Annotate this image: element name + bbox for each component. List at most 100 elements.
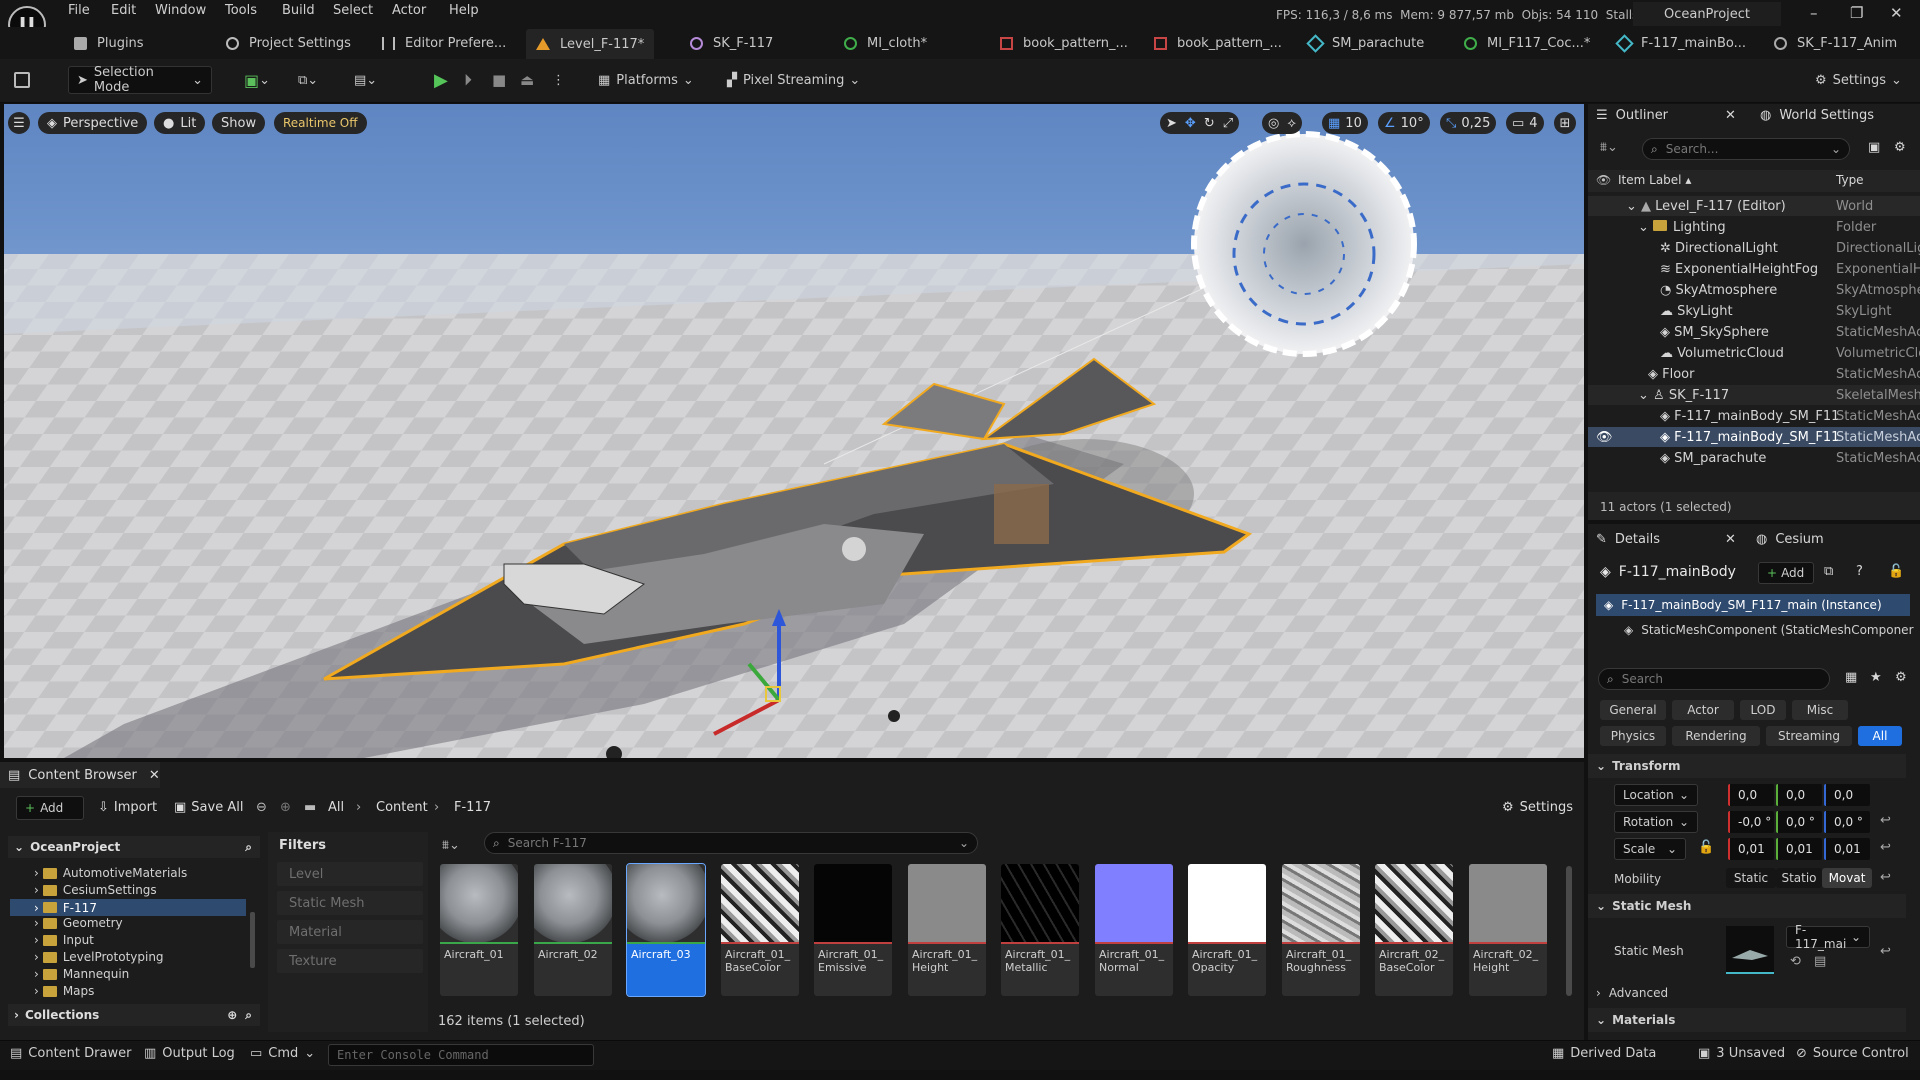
- folder-cesium-settings[interactable]: › CesiumSettings: [34, 883, 157, 897]
- asset-tile-aircraft-01-roughness[interactable]: Aircraft_01_ Roughness: [1282, 864, 1360, 996]
- item-label-header[interactable]: Item Label ▴: [1618, 173, 1691, 187]
- outliner-row-skylight[interactable]: ☁ SkyLight SkyLight: [1588, 301, 1920, 321]
- project-root-header[interactable]: ⌄ OceanProject ⌕: [8, 836, 260, 858]
- instance-component-row[interactable]: ◈ F-117_mainBody_SM_F117_main (Instance): [1596, 594, 1910, 616]
- scale-lock-icon[interactable]: 🔓: [1698, 840, 1714, 855]
- search-icon[interactable]: ⌕: [245, 1008, 252, 1023]
- category-misc[interactable]: Misc: [1792, 700, 1848, 720]
- scale-dropdown[interactable]: Scale ⌄: [1614, 838, 1686, 860]
- toolbar-settings-button[interactable]: ⚙ Settings ⌄: [1815, 66, 1902, 94]
- history-forward-icon[interactable]: ⊕: [280, 800, 291, 815]
- perspective-button[interactable]: ◈ Perspective: [38, 112, 148, 134]
- cb-import-button[interactable]: ⇩ Import: [98, 800, 157, 815]
- category-all[interactable]: All: [1858, 726, 1902, 746]
- asset-search-input[interactable]: ⌕ Search F-117 ⌄: [484, 832, 978, 854]
- outliner-row-height-fog[interactable]: ≋ ExponentialHeightFogExponentialHe: [1588, 259, 1920, 279]
- stop-button[interactable]: ■: [492, 66, 506, 94]
- add-component-button[interactable]: + Add: [1758, 562, 1814, 584]
- outliner-row-floor[interactable]: ◈ Floor StaticMeshAc: [1588, 364, 1920, 384]
- asset-tile-aircraft-03[interactable]: Aircraft_03: [626, 863, 706, 997]
- play-options-button[interactable]: ⋮: [552, 66, 565, 94]
- outliner-row-mainbody-selected[interactable]: 👁 ◈ F-117_mainBody_SM_F11 StaticMeshAc: [1588, 427, 1920, 447]
- reset-rotation-icon[interactable]: ↩: [1880, 813, 1891, 828]
- asset-tile-aircraft-02-basecolor[interactable]: Aircraft_02_ BaseColor: [1375, 864, 1453, 996]
- history-back-icon[interactable]: ⊖: [256, 800, 267, 815]
- step-button[interactable]: ⏵: [464, 66, 472, 94]
- level-viewport[interactable]: ☰ ◈ Perspective ● Lit Show Realtime Off ➤ …: [4, 104, 1584, 758]
- selection-mode-dropdown[interactable]: ➤ Selection Mode ⌄: [68, 65, 212, 95]
- details-tab[interactable]: ✎ Details: [1596, 532, 1660, 547]
- show-button[interactable]: Show: [212, 112, 266, 134]
- parachute-mesh[interactable]: [1191, 131, 1417, 357]
- cb-add-button[interactable]: + Add: [16, 796, 84, 820]
- tab-project-settings[interactable]: Project Settings: [226, 32, 351, 54]
- grid-snap-control[interactable]: ▦ 10: [1322, 112, 1368, 134]
- close-window-icon[interactable]: ✕: [1890, 4, 1903, 22]
- outliner-row-mainbody-1[interactable]: ◈ F-117_mainBody_SM_F11 StaticMeshAc: [1588, 406, 1920, 426]
- tree-scrollbar[interactable]: [250, 912, 255, 968]
- filter-texture[interactable]: Texture: [277, 949, 423, 973]
- location-x-field[interactable]: 0,0: [1728, 784, 1774, 806]
- close-tab-icon[interactable]: ✕: [1725, 532, 1736, 547]
- tab-editor-preferences[interactable]: Editor Prefere...: [382, 32, 506, 54]
- asset-tile-aircraft-01[interactable]: Aircraft_01: [440, 864, 518, 996]
- tab-mi-cloth[interactable]: MI_cloth*: [844, 32, 927, 54]
- add-folder-icon[interactable]: ▣: [1868, 140, 1880, 155]
- blueprints-button[interactable]: ⧉ ⌄: [298, 66, 318, 94]
- cesium-tab[interactable]: ◍ Cesium: [1756, 532, 1824, 547]
- close-tab-icon[interactable]: ✕: [149, 768, 160, 783]
- camera-speed-control[interactable]: ▭ 4: [1506, 112, 1544, 134]
- location-dropdown[interactable]: Location ⌄: [1614, 784, 1698, 806]
- move-tool-icon[interactable]: ✥: [1185, 116, 1196, 131]
- location-z-field[interactable]: 0,0: [1824, 784, 1870, 806]
- filter-material[interactable]: Material: [277, 920, 423, 944]
- tab-mi-f117-cockpit[interactable]: MI_F117_Coc...*: [1464, 32, 1590, 54]
- cb-settings-button[interactable]: ⚙ Settings: [1502, 800, 1573, 815]
- folder-input[interactable]: › Input: [34, 933, 94, 947]
- cb-save-all-button[interactable]: ▣ Save All: [174, 800, 243, 815]
- folder-automotive-materials[interactable]: › AutomotiveMaterials: [34, 866, 187, 880]
- asset-filter-icon[interactable]: ⩩⌄: [442, 838, 460, 853]
- asset-tile-aircraft-01-emissive[interactable]: Aircraft_01_ Emissive: [814, 864, 892, 996]
- breadcrumb-content[interactable]: Content: [376, 800, 428, 815]
- save-icon[interactable]: [14, 66, 30, 94]
- content-drawer-button[interactable]: ▤ Content Drawer: [10, 1046, 131, 1061]
- tab-sk-f117-anim[interactable]: SK_F-117_Anim: [1774, 32, 1897, 54]
- mobility-static[interactable]: Static: [1726, 868, 1776, 888]
- tab-level-f117[interactable]: Level_F-117*: [526, 29, 655, 59]
- menu-help[interactable]: Help: [449, 3, 479, 18]
- menu-tools[interactable]: Tools: [225, 3, 257, 18]
- cinematics-button[interactable]: ▤ ⌄: [354, 66, 377, 94]
- platforms-button[interactable]: ▦ Platforms ⌄: [598, 66, 694, 94]
- help-icon[interactable]: ?: [1856, 564, 1863, 579]
- category-streaming[interactable]: Streaming: [1766, 726, 1852, 746]
- advanced-section[interactable]: › Advanced: [1596, 986, 1668, 1000]
- outliner-row-sky-atmosphere[interactable]: ◔ SkyAtmosphere SkyAtmosphe: [1588, 280, 1920, 300]
- outliner-row-directional-light[interactable]: ✲ DirectionalLight DirectionalLig: [1588, 238, 1920, 258]
- play-button[interactable]: ▶: [434, 66, 448, 94]
- details-settings-icon[interactable]: ⚙: [1895, 670, 1907, 685]
- eject-button[interactable]: ⏏: [520, 66, 534, 94]
- outliner-row-sm-parachute[interactable]: ◈ SM_parachute StaticMeshAc: [1588, 448, 1920, 468]
- asset-tile-aircraft-01-height[interactable]: Aircraft_01_ Height: [908, 864, 986, 996]
- add-actor-button[interactable]: ▣ ⌄: [244, 66, 270, 94]
- breadcrumb-f117[interactable]: F-117: [454, 800, 491, 815]
- static-mesh-picker[interactable]: F-117_mai ⌄: [1786, 923, 1870, 951]
- mobility-stationary[interactable]: Statio: [1776, 868, 1822, 888]
- mobility-movable[interactable]: Movat: [1822, 868, 1872, 888]
- asset-tile-aircraft-01-normal[interactable]: Aircraft_01_ Normal: [1095, 864, 1173, 996]
- cmd-dropdown[interactable]: ▭ Cmd ⌄: [250, 1046, 315, 1061]
- asset-tile-aircraft-01-metallic[interactable]: Aircraft_01_ Metallic: [1001, 864, 1079, 996]
- filter-icon[interactable]: ⩩⌄: [1600, 140, 1618, 155]
- reset-scale-icon[interactable]: ↩: [1880, 840, 1891, 855]
- close-tab-icon[interactable]: ✕: [1725, 108, 1736, 123]
- outliner-row-skysphere[interactable]: ◈ SM_SkySphere StaticMeshAc: [1588, 322, 1920, 342]
- asset-tile-aircraft-01-opacity[interactable]: Aircraft_01_ Opacity: [1188, 864, 1266, 996]
- location-y-field[interactable]: 0,0: [1776, 784, 1822, 806]
- type-header[interactable]: Type: [1836, 173, 1864, 187]
- tab-sm-parachute[interactable]: SM_parachute: [1306, 32, 1424, 54]
- use-selected-icon[interactable]: ⟲: [1790, 954, 1801, 969]
- asset-tile-aircraft-01-basecolor[interactable]: Aircraft_01_ BaseColor: [721, 864, 799, 996]
- outliner-row-lighting[interactable]: ⌄ Lighting Folder: [1588, 217, 1920, 237]
- viewport-scene[interactable]: [4, 104, 1584, 758]
